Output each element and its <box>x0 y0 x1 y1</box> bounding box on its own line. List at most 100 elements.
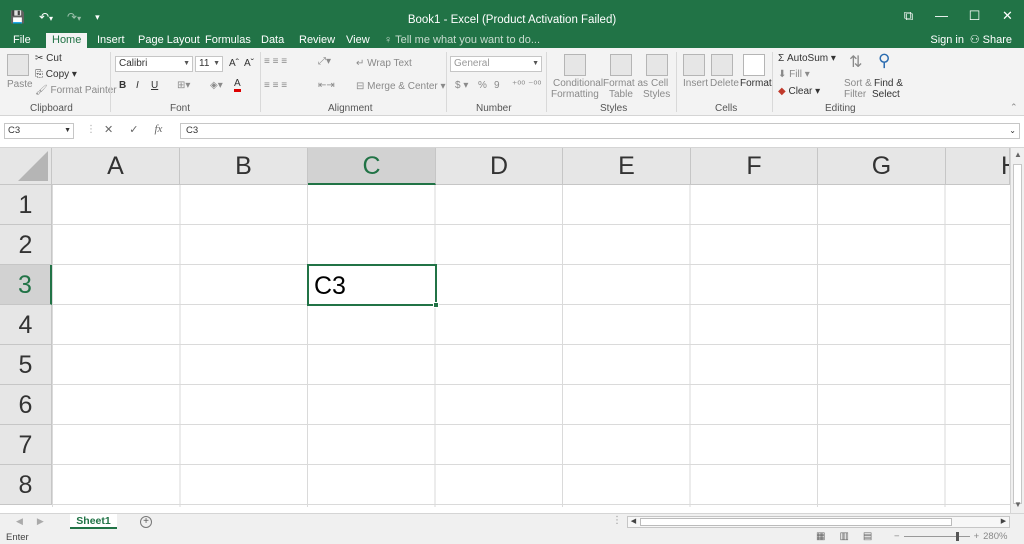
underline-button[interactable]: U <box>151 80 158 91</box>
share-button[interactable]: ⚇ Share <box>970 33 1012 48</box>
insert-cells-label[interactable]: Insert <box>683 78 708 89</box>
conditional-formatting-icon[interactable] <box>564 54 586 76</box>
sort-filter-icon[interactable]: ⇅ <box>849 52 862 72</box>
column-header-c[interactable]: C <box>308 148 436 185</box>
copy-button[interactable]: ⎘ Copy ▾ <box>35 69 77 80</box>
tab-view[interactable]: View <box>340 33 376 48</box>
row-header-5[interactable]: 5 <box>0 345 52 385</box>
cell-styles-icon[interactable] <box>646 54 668 76</box>
maximize-button[interactable]: ☐ <box>958 8 991 24</box>
shrink-font-button[interactable]: Aˇ <box>244 58 254 69</box>
font-color-icon[interactable]: A <box>234 79 241 92</box>
ribbon-display-options-icon[interactable]: ⧉ <box>892 8 925 24</box>
font-name-combo[interactable]: Calibri ▼ <box>115 56 193 72</box>
delete-cells-icon[interactable] <box>711 54 733 76</box>
orientation-icon[interactable]: ⤢▾ <box>318 56 331 67</box>
italic-button[interactable]: I <box>136 80 139 91</box>
cell-area[interactable] <box>52 185 1010 507</box>
cut-button[interactable]: ✂ Cut <box>35 53 62 64</box>
column-header-h[interactable]: H <box>946 148 1010 185</box>
column-header-d[interactable]: D <box>436 148 563 185</box>
clear-button[interactable]: ◆ Clear ▾ <box>778 86 820 97</box>
decimal-icon[interactable]: ⁺⁰⁰ ⁻⁰⁰ <box>512 80 541 91</box>
vertical-scroll-thumb[interactable] <box>1013 164 1022 504</box>
confirm-entry-icon[interactable]: ✓ <box>129 123 138 136</box>
cancel-entry-icon[interactable]: ✕ <box>104 123 113 136</box>
grow-font-button[interactable]: Aˆ <box>229 58 239 69</box>
row-header-6[interactable]: 6 <box>0 385 52 425</box>
column-header-g[interactable]: G <box>818 148 946 185</box>
borders-icon[interactable]: ⊞▾ <box>177 80 190 91</box>
row-header-7[interactable]: 7 <box>0 425 52 465</box>
fill-color-icon[interactable]: ◈▾ <box>210 80 223 91</box>
delete-cells-label[interactable]: Delete <box>710 78 739 89</box>
zoom-level[interactable]: 280% <box>983 531 1007 542</box>
prev-sheet-icon[interactable]: ◀ <box>16 516 23 527</box>
cell-styles-label-2[interactable]: Styles <box>643 89 670 100</box>
currency-button[interactable]: $ ▾ <box>455 80 468 91</box>
fill-button[interactable]: ⬇ Fill ▾ <box>778 69 810 80</box>
row-header-3[interactable]: 3 <box>0 265 52 305</box>
zoom-slider-thumb[interactable] <box>955 532 959 541</box>
formula-input[interactable]: C3 ⌄ <box>180 123 1020 139</box>
insert-cells-icon[interactable] <box>683 54 705 76</box>
tab-page-layout[interactable]: Page Layout <box>132 33 206 48</box>
format-as-table-label-1[interactable]: Format as <box>603 78 648 89</box>
row-header-1[interactable]: 1 <box>0 185 52 225</box>
minimize-button[interactable]: — <box>925 8 958 24</box>
autosum-button[interactable]: Σ AutoSum ▾ <box>778 53 836 64</box>
find-select-label-1[interactable]: Find & <box>874 78 903 89</box>
scroll-down-icon[interactable]: ▼ <box>1012 499 1024 511</box>
name-box[interactable]: C3 ▼ <box>4 123 74 139</box>
magnifier-icon[interactable]: ⚲ <box>878 51 890 71</box>
find-select-label-2[interactable]: Select <box>872 89 900 100</box>
horizontal-scroll-thumb[interactable] <box>640 518 952 526</box>
percent-button[interactable]: % <box>478 80 487 91</box>
tab-home[interactable]: Home <box>46 33 88 48</box>
tab-formulas[interactable]: Formulas <box>199 33 257 48</box>
font-size-combo[interactable]: 11 ▼ <box>195 56 223 72</box>
zoom-slider[interactable] <box>903 532 970 541</box>
conditional-formatting-label-1[interactable]: Conditional <box>553 78 603 89</box>
number-format-combo[interactable]: General ▼ <box>450 56 542 72</box>
conditional-formatting-label-2[interactable]: Formatting <box>551 89 599 100</box>
sort-filter-label-2[interactable]: Filter <box>844 89 866 100</box>
sign-in-link[interactable]: Sign in <box>930 33 964 48</box>
row-header-2[interactable]: 2 <box>0 225 52 265</box>
insert-function-icon[interactable]: fx <box>154 123 162 136</box>
row-header-4[interactable]: 4 <box>0 305 52 345</box>
split-handle-icon[interactable]: ⋮ <box>612 515 622 526</box>
column-header-b[interactable]: B <box>180 148 308 185</box>
zoom-in-icon[interactable]: + <box>974 531 980 542</box>
tab-file[interactable]: File <box>7 33 37 48</box>
new-sheet-icon[interactable]: + <box>140 516 152 528</box>
bold-button[interactable]: B <box>119 80 126 91</box>
vertical-scrollbar[interactable]: ▲ ▼ <box>1010 148 1024 513</box>
paste-icon[interactable] <box>7 54 29 76</box>
scroll-left-icon[interactable]: ◀ <box>628 516 639 528</box>
close-button[interactable]: ✕ <box>991 8 1024 24</box>
select-all-button[interactable] <box>0 148 52 185</box>
format-painter-button[interactable]: 🖌 Format Painter <box>35 85 117 96</box>
left-align-icon[interactable]: ≡ ≡ ≡ <box>264 80 287 91</box>
zoom-out-icon[interactable]: − <box>894 531 900 542</box>
sheet-tab-sheet1[interactable]: Sheet1 <box>70 514 117 529</box>
top-align-icon[interactable]: ≡ ≡ ≡ <box>264 56 287 67</box>
expand-formula-bar-icon[interactable]: ⌄ <box>1009 124 1016 138</box>
column-header-e[interactable]: E <box>563 148 691 185</box>
normal-view-icon[interactable]: ▦ <box>816 531 825 542</box>
tab-insert[interactable]: Insert <box>91 33 131 48</box>
format-cells-label[interactable]: Format <box>740 78 772 89</box>
active-cell-c3[interactable]: C3 <box>307 264 437 306</box>
page-layout-view-icon[interactable]: ▥ <box>839 531 848 542</box>
sort-filter-label-1[interactable]: Sort & <box>844 78 872 89</box>
scroll-right-icon[interactable]: ▶ <box>998 516 1009 528</box>
cell-styles-label-1[interactable]: Cell <box>651 78 668 89</box>
page-break-view-icon[interactable]: ▤ <box>863 531 872 542</box>
column-header-f[interactable]: F <box>691 148 818 185</box>
format-as-table-icon[interactable] <box>610 54 632 76</box>
format-as-table-label-2[interactable]: Table <box>609 89 633 100</box>
tab-data[interactable]: Data <box>255 33 290 48</box>
row-header-8[interactable]: 8 <box>0 465 52 505</box>
tell-me-search[interactable]: ♀ Tell me what you want to do... <box>384 33 540 48</box>
